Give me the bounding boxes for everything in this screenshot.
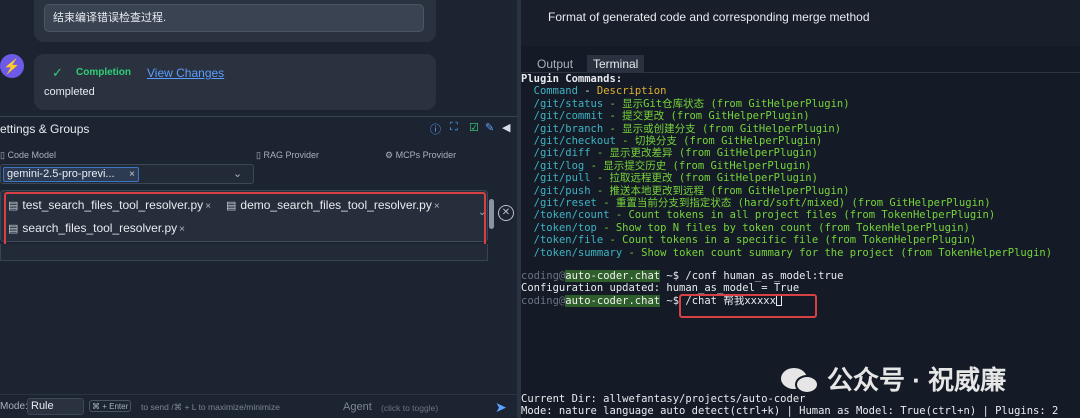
command-name: /token/top bbox=[533, 221, 597, 234]
mcps-section-icon: ⚙ bbox=[385, 150, 396, 160]
command-description: - 推送本地更改到远程 (from GitHelperPlugin) bbox=[596, 184, 850, 197]
command-name: /git/diff bbox=[533, 147, 591, 160]
description-text: Format of generated code and correspondi… bbox=[548, 10, 870, 24]
completion-label: Completion bbox=[76, 67, 131, 78]
highlight-box bbox=[679, 294, 817, 318]
command-description: - 切换分支 (from GitHelperPlugin) bbox=[622, 135, 823, 147]
command-description: - 显示Git仓库状态 (from GitHelperPlugin) bbox=[609, 97, 850, 110]
command-row: /token/count - Count tokens in all proje… bbox=[521, 209, 995, 221]
tab-output[interactable]: Output bbox=[531, 55, 579, 73]
bottom-toolbar: Mode: Rule ⌘ + Enter to send /⌘ + L to m… bbox=[0, 394, 517, 418]
command-row: /git/pull - 拉取远程更改 (from GitHelperPlugin… bbox=[521, 172, 818, 184]
command-description: - 显示或创建分支 (from GitHelperPlugin) bbox=[609, 122, 842, 135]
chat-message-previous: 结束编译错误检查过程. bbox=[34, 0, 436, 42]
chevron-down-icon[interactable]: ⌄ bbox=[233, 167, 242, 180]
command-description: - 提交更改 (from GitHelperPlugin) bbox=[609, 110, 810, 123]
bolt-icon: ⚡ bbox=[0, 54, 24, 78]
rag-provider-label: ▯ RAG Provider bbox=[256, 150, 319, 160]
model-chip-close-icon[interactable]: × bbox=[129, 168, 135, 181]
command-name: /token/file bbox=[533, 234, 604, 247]
command-name: /git/status bbox=[533, 97, 604, 110]
command-row: /git/branch - 显示或创建分支 (from GitHelperPlu… bbox=[521, 123, 841, 135]
command-description: - 重置当前分支到指定状态 (hard/soft/mixed) (from Gi… bbox=[603, 197, 991, 209]
mode-status-line: Mode: nature language auto detect(ctrl+k… bbox=[521, 405, 1059, 418]
edit-icon[interactable]: ✎ bbox=[485, 121, 494, 134]
clear-files-icon[interactable]: ✕ bbox=[498, 205, 514, 221]
chat-panel: 结束编译错误检查过程. ⚡ ✓ Completion View Changes … bbox=[0, 0, 517, 418]
settings-header: ettings & Groups ⓘ ⛶ ☑ ✎ ◀ bbox=[0, 116, 517, 140]
command-row: /git/reset - 重置当前分支到指定状态 (hard/soft/mixe… bbox=[521, 197, 991, 209]
agent-hint: (click to toggle) bbox=[381, 403, 439, 413]
command-name: /git/log bbox=[533, 159, 585, 172]
tab-terminal[interactable]: Terminal bbox=[587, 55, 645, 73]
command-name: /git/branch bbox=[533, 122, 604, 135]
command-description: - Show top N files by token count (from … bbox=[603, 221, 970, 234]
prompt-line: coding@auto-coder.chat ~$ /conf human_as… bbox=[521, 270, 844, 282]
command-name: /git/push bbox=[533, 184, 591, 197]
mode-label: Mode: bbox=[0, 401, 28, 412]
command-row: /git/push - 推送本地更改到远程 (from GitHelperPlu… bbox=[521, 184, 850, 197]
command-description: - 显示提交历史 (from GitHelperPlugin) bbox=[590, 159, 812, 172]
command-name: /git/pull bbox=[533, 172, 591, 185]
command-description: - Count tokens in all project files (fro… bbox=[615, 209, 996, 222]
command-name: /token/summary bbox=[533, 246, 623, 259]
command-name: /git/commit bbox=[533, 110, 604, 123]
code-model-select[interactable]: gemini-2.5-pro-previ... × ⌄ bbox=[0, 164, 254, 184]
agent-toggle[interactable]: Agent bbox=[343, 401, 372, 413]
app-window: 结束编译错误检查过程. ⚡ ✓ Completion View Changes … bbox=[0, 0, 1080, 418]
model-chip-label: gemini-2.5-pro-previ... bbox=[7, 168, 115, 180]
check-icon[interactable]: ☑ bbox=[469, 121, 479, 134]
command-description: - Count tokens in a specific file (from … bbox=[609, 234, 977, 247]
send-icon[interactable]: ➤ bbox=[495, 399, 507, 416]
command-name: /token/count bbox=[533, 209, 610, 222]
command-row: /git/status - 显示Git仓库状态 (from GitHelperP… bbox=[521, 98, 850, 110]
command-row: /git/commit - 提交更改 (from GitHelperPlugin… bbox=[521, 110, 810, 122]
description-box: Format of generated code and correspondi… bbox=[521, 0, 1080, 46]
sound-icon[interactable]: ◀ bbox=[502, 121, 510, 134]
send-hint: to send /⌘ + L to maximize/minimize bbox=[141, 402, 280, 412]
command-description: - 拉取远程更改 (from GitHelperPlugin) bbox=[596, 172, 818, 185]
model-chip: gemini-2.5-pro-previ... × bbox=[3, 167, 139, 182]
terminal-panel: Format of generated code and correspondi… bbox=[521, 0, 1080, 418]
command-header-row: Command - Description bbox=[533, 85, 667, 98]
view-changes-link[interactable]: View Changes bbox=[147, 66, 224, 80]
send-shortcut-badge: ⌘ + Enter bbox=[89, 400, 132, 412]
config-output: Configuration updated: human_as_model = … bbox=[521, 282, 800, 295]
command-row: /git/diff - 显示更改差异 (from GitHelperPlugin… bbox=[521, 147, 818, 159]
wechat-icon bbox=[781, 366, 821, 394]
watermark: 公众号 · 祝威廉 bbox=[781, 360, 1006, 397]
highlight-box bbox=[4, 192, 486, 250]
command-row: /token/summary - Show token count summar… bbox=[521, 247, 1052, 259]
check-icon: ✓ bbox=[52, 65, 63, 80]
expand-icon[interactable]: ⛶ bbox=[450, 121, 458, 134]
help-icon[interactable]: ⓘ bbox=[430, 121, 441, 137]
code-model-label: ▯ Code Model bbox=[0, 150, 56, 160]
command-row: /token/file - Count tokens in a specific… bbox=[521, 234, 977, 247]
settings-title: ettings & Groups bbox=[0, 122, 90, 136]
plugin-header: Plugin Commands: bbox=[521, 73, 623, 85]
current-dir: Current Dir: allwefantasy/projects/auto-… bbox=[521, 393, 806, 405]
command-description: - Show token count summary for the proje… bbox=[628, 246, 1053, 259]
panel-tabs: Output Terminal bbox=[521, 54, 1080, 73]
chat-input[interactable] bbox=[0, 244, 488, 261]
files-scrollbar[interactable] bbox=[489, 199, 494, 229]
completion-message: ✓ Completion View Changes completed bbox=[34, 54, 436, 110]
mode-select[interactable]: Rule bbox=[27, 398, 84, 415]
previous-message-text: 结束编译错误检查过程. bbox=[44, 4, 424, 32]
watermark-text: 公众号 · 祝威廉 bbox=[827, 365, 1007, 395]
completion-status: completed bbox=[44, 86, 95, 98]
command-name: /git/reset bbox=[533, 197, 597, 209]
chevron-down-icon[interactable]: ⌄ bbox=[478, 207, 486, 218]
command-row: /git/checkout - 切换分支 (from GitHelperPlug… bbox=[521, 135, 823, 147]
mcps-provider-label: ⚙ MCPs Provider bbox=[385, 150, 457, 160]
command-name: /git/checkout bbox=[533, 135, 616, 147]
command-row: /git/log - 显示提交历史 (from GitHelperPlugin) bbox=[521, 160, 812, 172]
command-row: /token/top - Show top N files by token c… bbox=[521, 222, 970, 234]
command-description: - 显示更改差异 (from GitHelperPlugin) bbox=[596, 147, 818, 160]
